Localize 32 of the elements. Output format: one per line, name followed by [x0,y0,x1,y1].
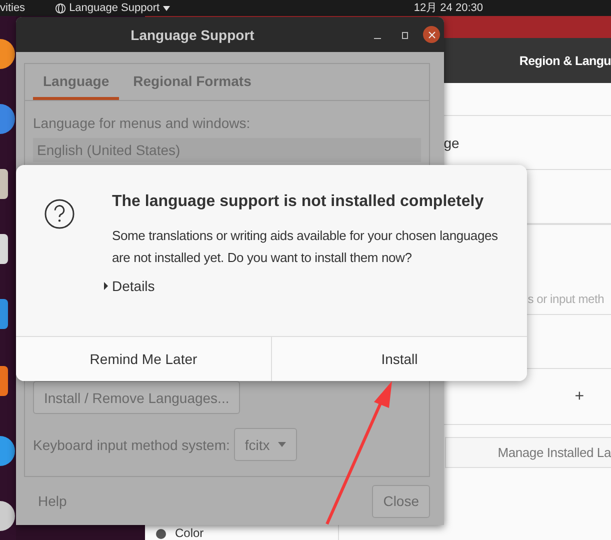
dialog-title: The language support is not installed completely [112,193,485,211]
activities-button[interactable]: vities [0,1,26,15]
dialog-button[interactable]: Remind Me Later [16,337,271,381]
app-icon[interactable] [0,436,15,466]
caret-icon [162,6,170,10]
app-menu[interactable]: Language Support [69,1,160,15]
field-label: Language for menus and windows: [33,115,252,131]
maximize-icon [400,30,408,38]
app-icon[interactable] [0,501,15,531]
sidebar-item[interactable]: Color [145,526,338,540]
app-icon[interactable] [0,234,8,264]
caret-right-icon [103,282,109,290]
window-title: Region & Langu [519,54,611,68]
hint-text: s or input meth [528,292,604,308]
caret-icon [278,442,286,447]
globe-icon [55,2,66,14]
clock[interactable]: 12月 24 20:30 [414,1,483,15]
close-button[interactable] [423,26,440,43]
palette-icon [155,527,167,539]
close-icon [428,30,436,38]
window-title: Language Support [130,26,256,42]
app-icon[interactable] [0,39,15,69]
manage-languages-button[interactable]: Manage Installed La [444,437,611,468]
app-icon[interactable] [0,366,8,396]
language-label: ge [444,134,460,150]
details-expander[interactable]: Details [103,278,155,294]
dialog-message: Some translations or writing aids available for your chosen languages are not installed yet. Do you want to install them now? [112,227,499,267]
app-icon[interactable] [0,104,15,134]
dialog-button[interactable]: Install [271,337,527,381]
add-button[interactable]: + [574,388,584,406]
field-label: Keyboard input method system: [33,436,230,452]
app-icon[interactable] [0,169,8,199]
